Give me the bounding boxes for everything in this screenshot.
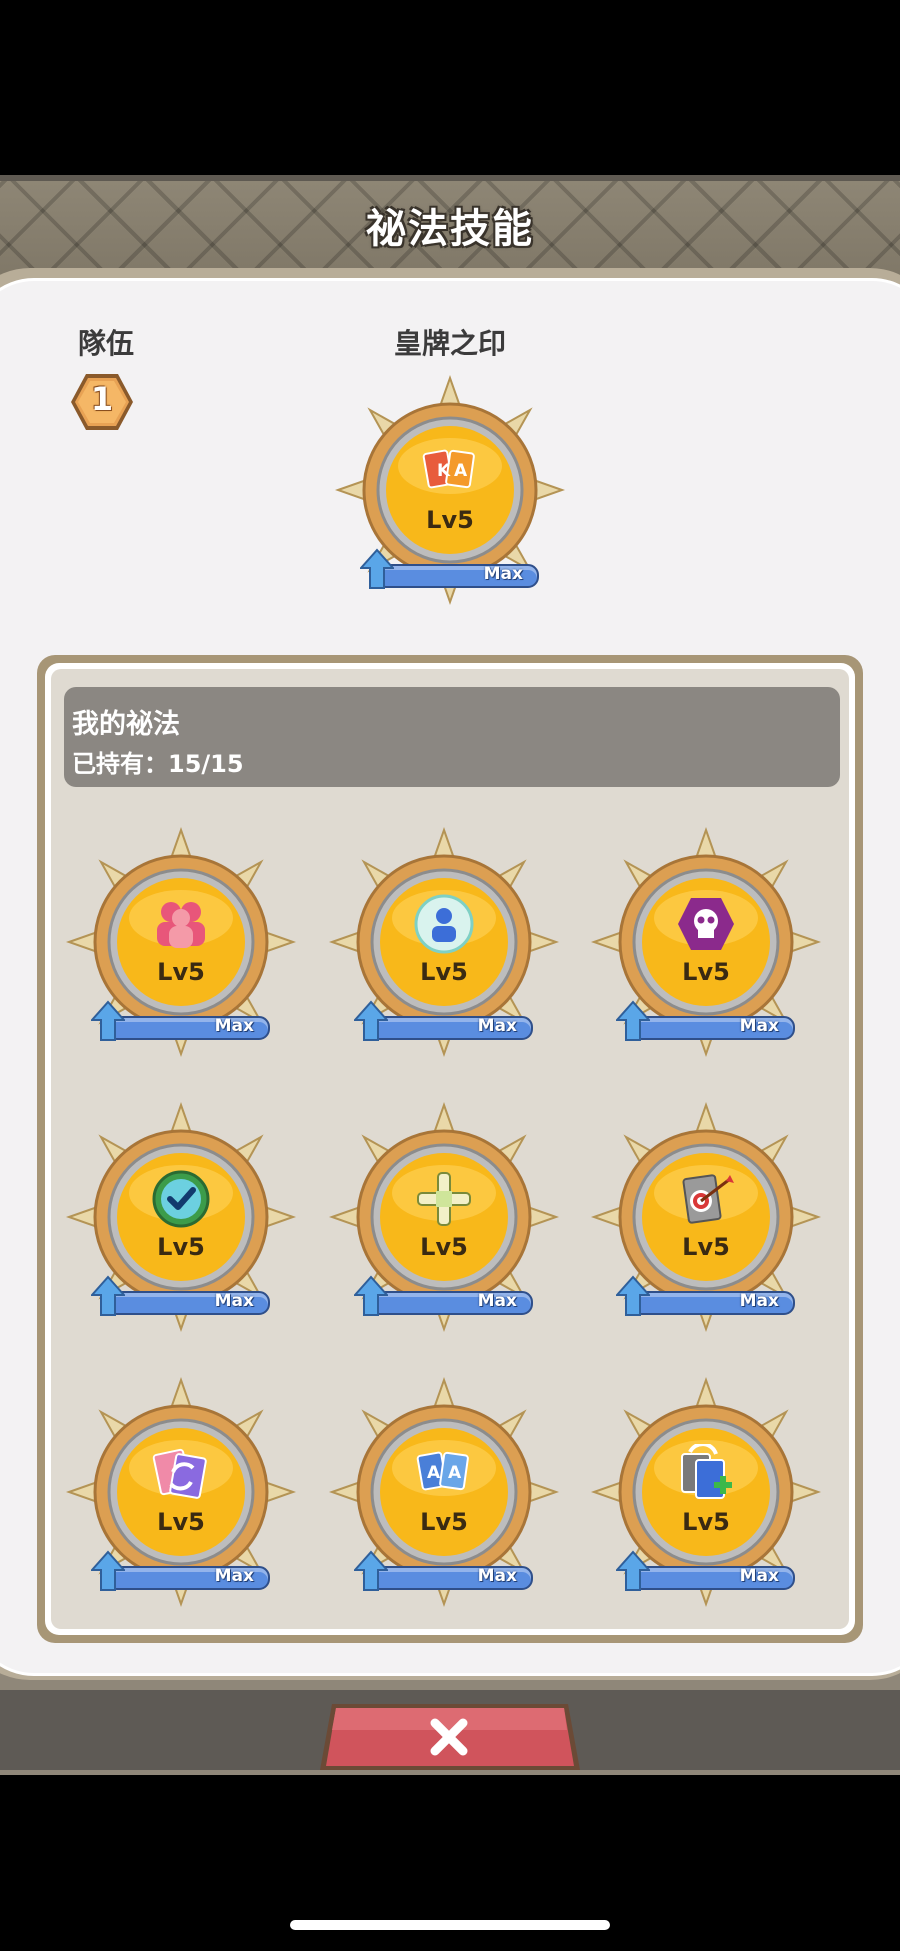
progress-bar: Max bbox=[106, 1016, 270, 1040]
team-number: 1 bbox=[90, 380, 114, 418]
skill-medal[interactable]: Lv5 Max bbox=[324, 1097, 564, 1337]
ka-cards-icon: KA bbox=[420, 442, 480, 502]
page-title: 祕法技能 bbox=[366, 206, 534, 252]
max-label: Max bbox=[739, 1016, 779, 1036]
skill-medal[interactable]: A A Lv5 Max bbox=[324, 1372, 564, 1612]
inventory-title: 我的祕法 bbox=[72, 709, 180, 740]
max-label: Max bbox=[739, 1566, 779, 1586]
upgrade-arrow-icon bbox=[616, 1000, 650, 1041]
progress-bar: Max bbox=[369, 1291, 533, 1315]
upgrade-arrow-icon bbox=[616, 1550, 650, 1591]
max-label: Max bbox=[477, 1291, 517, 1311]
upgrade-arrow-icon bbox=[354, 1550, 388, 1591]
progress-bar: Max bbox=[369, 1566, 533, 1590]
skill-medal[interactable]: Lv5 Max bbox=[586, 1372, 826, 1612]
level-label: Lv5 bbox=[157, 958, 205, 986]
max-label: Max bbox=[214, 1016, 254, 1036]
inventory-owned-count: 已持有：15/15 bbox=[72, 750, 244, 778]
level-label: Lv5 bbox=[682, 958, 730, 986]
progress-bar: Max bbox=[631, 1566, 795, 1590]
svg-text:A: A bbox=[448, 1463, 462, 1483]
main-skill-name: 皇牌之印 bbox=[393, 327, 506, 360]
target-card-icon bbox=[676, 1169, 736, 1229]
skill-medal[interactable]: Lv5 Max bbox=[586, 1097, 826, 1337]
skill-medal[interactable]: Lv5 Max bbox=[324, 822, 564, 1062]
level-label: Lv5 bbox=[420, 958, 468, 986]
progress-bar: Max bbox=[631, 1016, 795, 1040]
upgrade-arrow-icon bbox=[354, 1275, 388, 1316]
progress-bar: Max bbox=[631, 1291, 795, 1315]
skill-medal[interactable]: Lv5 Max bbox=[61, 822, 301, 1062]
home-indicator bbox=[290, 1920, 610, 1930]
max-label: Max bbox=[214, 1566, 254, 1586]
single-person-icon bbox=[414, 894, 474, 954]
upgrade-arrow-icon bbox=[616, 1275, 650, 1316]
add-card-icon bbox=[676, 1442, 736, 1504]
aa-cards-icon: AA bbox=[414, 1444, 474, 1504]
max-label: Max bbox=[477, 1016, 517, 1036]
upgrade-arrow-icon bbox=[91, 1275, 125, 1316]
max-label: Max bbox=[214, 1291, 254, 1311]
group-icon bbox=[151, 894, 211, 954]
swap-cards-icon bbox=[151, 1444, 211, 1504]
upgrade-arrow-icon bbox=[91, 1000, 125, 1041]
progress-bar: Max bbox=[106, 1566, 270, 1590]
skull-hexagon-icon bbox=[676, 894, 736, 954]
svg-text:K: K bbox=[437, 461, 451, 481]
svg-text:A: A bbox=[427, 1463, 441, 1483]
level-label: Lv5 bbox=[157, 1508, 205, 1536]
level-label: Lv5 bbox=[157, 1233, 205, 1261]
checkmark-circle-icon bbox=[151, 1169, 211, 1229]
skill-medal[interactable]: Lv5 Max bbox=[61, 1372, 301, 1612]
upgrade-arrow-icon bbox=[354, 1000, 388, 1041]
svg-text:A: A bbox=[454, 461, 468, 481]
upgrade-arrow-icon bbox=[360, 548, 394, 589]
skill-medal[interactable]: Lv5 Max bbox=[61, 1097, 301, 1337]
upgrade-arrow-icon bbox=[91, 1550, 125, 1591]
team-badge[interactable]: 1 bbox=[70, 372, 134, 432]
skill-medal[interactable]: Lv5 Max bbox=[586, 822, 826, 1062]
progress-bar: Max bbox=[106, 1291, 270, 1315]
level-label: Lv5 bbox=[420, 1508, 468, 1536]
level-label: Lv5 bbox=[420, 1233, 468, 1261]
max-label: Max bbox=[477, 1566, 517, 1586]
max-label: Max bbox=[739, 1291, 779, 1311]
progress-bar: Max bbox=[369, 1016, 533, 1040]
progress-bar: Max bbox=[375, 564, 539, 588]
level-label: Lv5 bbox=[682, 1508, 730, 1536]
max-label: Max bbox=[483, 564, 523, 584]
level-label: Lv5 bbox=[682, 1233, 730, 1261]
main-skill-medal[interactable]: K A Lv5 Max bbox=[330, 370, 570, 610]
close-button[interactable] bbox=[318, 1700, 582, 1774]
cross-connector-icon bbox=[414, 1169, 474, 1229]
level-label: Lv5 bbox=[426, 506, 474, 534]
